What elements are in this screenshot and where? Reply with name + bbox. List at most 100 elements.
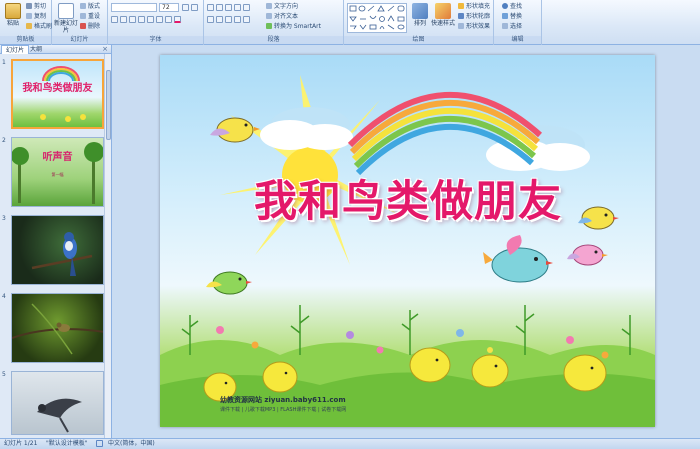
arrange-icon [412,3,428,19]
slide-illustration [160,75,655,427]
slide-thumb-image [11,293,104,363]
slide-number: 1 [2,59,6,66]
paragraph-group-label: 段落 [204,36,343,44]
shapes-gallery[interactable] [347,3,407,33]
slide-thumbnail-4[interactable]: 4 [0,293,112,367]
copy-icon [26,13,32,19]
copy-button[interactable]: 复制 [26,12,46,21]
line-spacing-icon[interactable] [243,4,250,11]
bold-icon[interactable] [111,16,118,23]
align-text-icon [266,13,272,19]
shape-effects-button[interactable]: 形状效果 [458,22,490,31]
bird-icon [483,235,553,283]
replace-button[interactable]: 替换 [502,12,522,21]
slide-thumbnail-3[interactable]: 3 [0,215,112,289]
justify-icon[interactable] [234,16,241,23]
find-button[interactable]: 查找 [502,2,522,11]
arrange-button[interactable]: 排列 [410,3,430,27]
editing-group: 查找 替换 选择 编辑 [494,0,542,45]
panel-scrollbar[interactable] [104,54,111,438]
close-icon[interactable]: × [102,45,108,54]
scissors-icon [26,3,32,9]
slide-canvas-area: 我和鸟类做朋友 幼教资源网站 ziyuan.baby611.com 课件下载 |… [113,45,700,438]
current-slide[interactable]: 我和鸟类做朋友 幼教资源网站 ziyuan.baby611.com 课件下载 |… [160,55,655,427]
effects-icon [458,23,464,29]
grow-font-icon[interactable] [182,4,189,11]
font-group-label: 字体 [108,36,203,44]
align-text-button[interactable]: 对齐文本 [266,12,298,21]
theme-status: "默认设计模板" [46,440,88,447]
slide-thumbnail-2[interactable]: 2 听声音 第一幅 [0,137,112,211]
font-group: 72 字体 [108,0,204,45]
align-tools [207,16,252,24]
slide-thumb-image [11,371,104,435]
format-painter-button[interactable]: 格式刷 [26,22,52,31]
case-icon[interactable] [165,16,172,23]
new-slide-button[interactable]: 新建幻灯片 [54,3,78,34]
replace-icon [502,13,508,19]
underline-icon[interactable] [129,16,136,23]
slide-thumb-title: 听声音 [42,152,73,163]
quick-styles-button[interactable]: 快速样式 [430,3,456,27]
paste-button[interactable]: 粘贴 [2,3,24,27]
bullets-icon[interactable] [207,4,214,11]
drawing-group: 排列 快速样式 形状填充 形状轮廓 形状效果 绘图 [344,0,494,45]
drawing-group-label: 绘图 [344,36,493,44]
shape-outline-button[interactable]: 形状轮廓 [458,12,490,21]
slide-thumb-image: 听声音 第一幅 [11,137,104,207]
decrease-indent-icon[interactable] [225,4,232,11]
cut-button[interactable]: 剪切 [26,2,46,11]
ribbon: 粘贴 剪切 复制 格式刷 剪贴板 新建幻灯片 版式 重设 删除 幻灯片 72 字… [0,0,700,45]
list-tools [207,4,252,12]
slide-thumb-subtitle: 第一幅 [51,172,64,177]
text-direction-icon [266,3,272,9]
slide-thumb-image: 我和鸟类做朋友 [11,59,104,129]
shapes-icon [349,5,405,30]
italic-icon[interactable] [120,16,127,23]
font-size-combo[interactable]: 72 [159,3,179,12]
shrink-font-icon[interactable] [191,4,198,11]
numbering-icon[interactable] [216,4,223,11]
increase-indent-icon[interactable] [234,4,241,11]
align-right-icon[interactable] [225,16,232,23]
watermark-subtext: 课件下载 | 儿歌下载MP3 | FLASH课件下载 | 试卷下载网 [220,407,347,413]
delete-slide-button[interactable]: 删除 [80,22,100,31]
font-color-icon[interactable] [174,16,181,23]
slide-number: 3 [2,215,6,222]
slides-group-label: 幻灯片 [52,36,107,44]
slide-number: 5 [2,371,6,378]
brush-icon [26,23,32,29]
status-bar: 幻灯片 1/21 "默认设计模板" 中文(简体，中国) [0,438,700,449]
text-direction-button[interactable]: 文字方向 [266,2,298,11]
tab-slides[interactable]: 幻灯片 [1,45,30,54]
smartart-button[interactable]: 转换为 SmartArt [266,22,321,31]
panel-tabs: 幻灯片 大纲 × [0,45,111,54]
select-button[interactable]: 选择 [502,22,522,31]
align-center-icon[interactable] [216,16,223,23]
slide-thumb-image [11,215,104,285]
new-slide-icon [58,3,74,19]
scrollbar-thumb[interactable] [106,70,111,140]
reset-button[interactable]: 重设 [80,12,100,21]
slide-count-status: 幻灯片 1/21 [4,440,38,447]
language-status[interactable]: 中文(简体，中国) [108,439,155,449]
blue-jay-icon [31,232,93,276]
layout-button[interactable]: 版式 [80,2,100,11]
slide-thumb-title: 我和鸟类做朋友 [22,83,93,94]
strikethrough-icon[interactable] [138,16,145,23]
branch-bird-icon [12,303,103,355]
columns-icon[interactable] [243,16,250,23]
spellcheck-icon[interactable] [96,440,103,447]
slide-thumbnail-5[interactable]: 5 [0,371,112,441]
shadow-icon[interactable] [147,16,154,23]
slide-title[interactable]: 我和鸟类做朋友 [228,167,588,229]
font-name-combo[interactable] [111,3,157,12]
tab-outline[interactable]: 大纲 [26,45,46,54]
slide-thumbnail-1[interactable]: 1 我和鸟类做朋友 [0,59,112,133]
select-icon [502,23,508,29]
align-left-icon[interactable] [207,16,214,23]
shape-fill-button[interactable]: 形状填充 [458,2,490,11]
spacing-icon[interactable] [156,16,163,23]
swallow-icon [37,398,82,433]
editing-group-label: 编辑 [494,36,541,44]
